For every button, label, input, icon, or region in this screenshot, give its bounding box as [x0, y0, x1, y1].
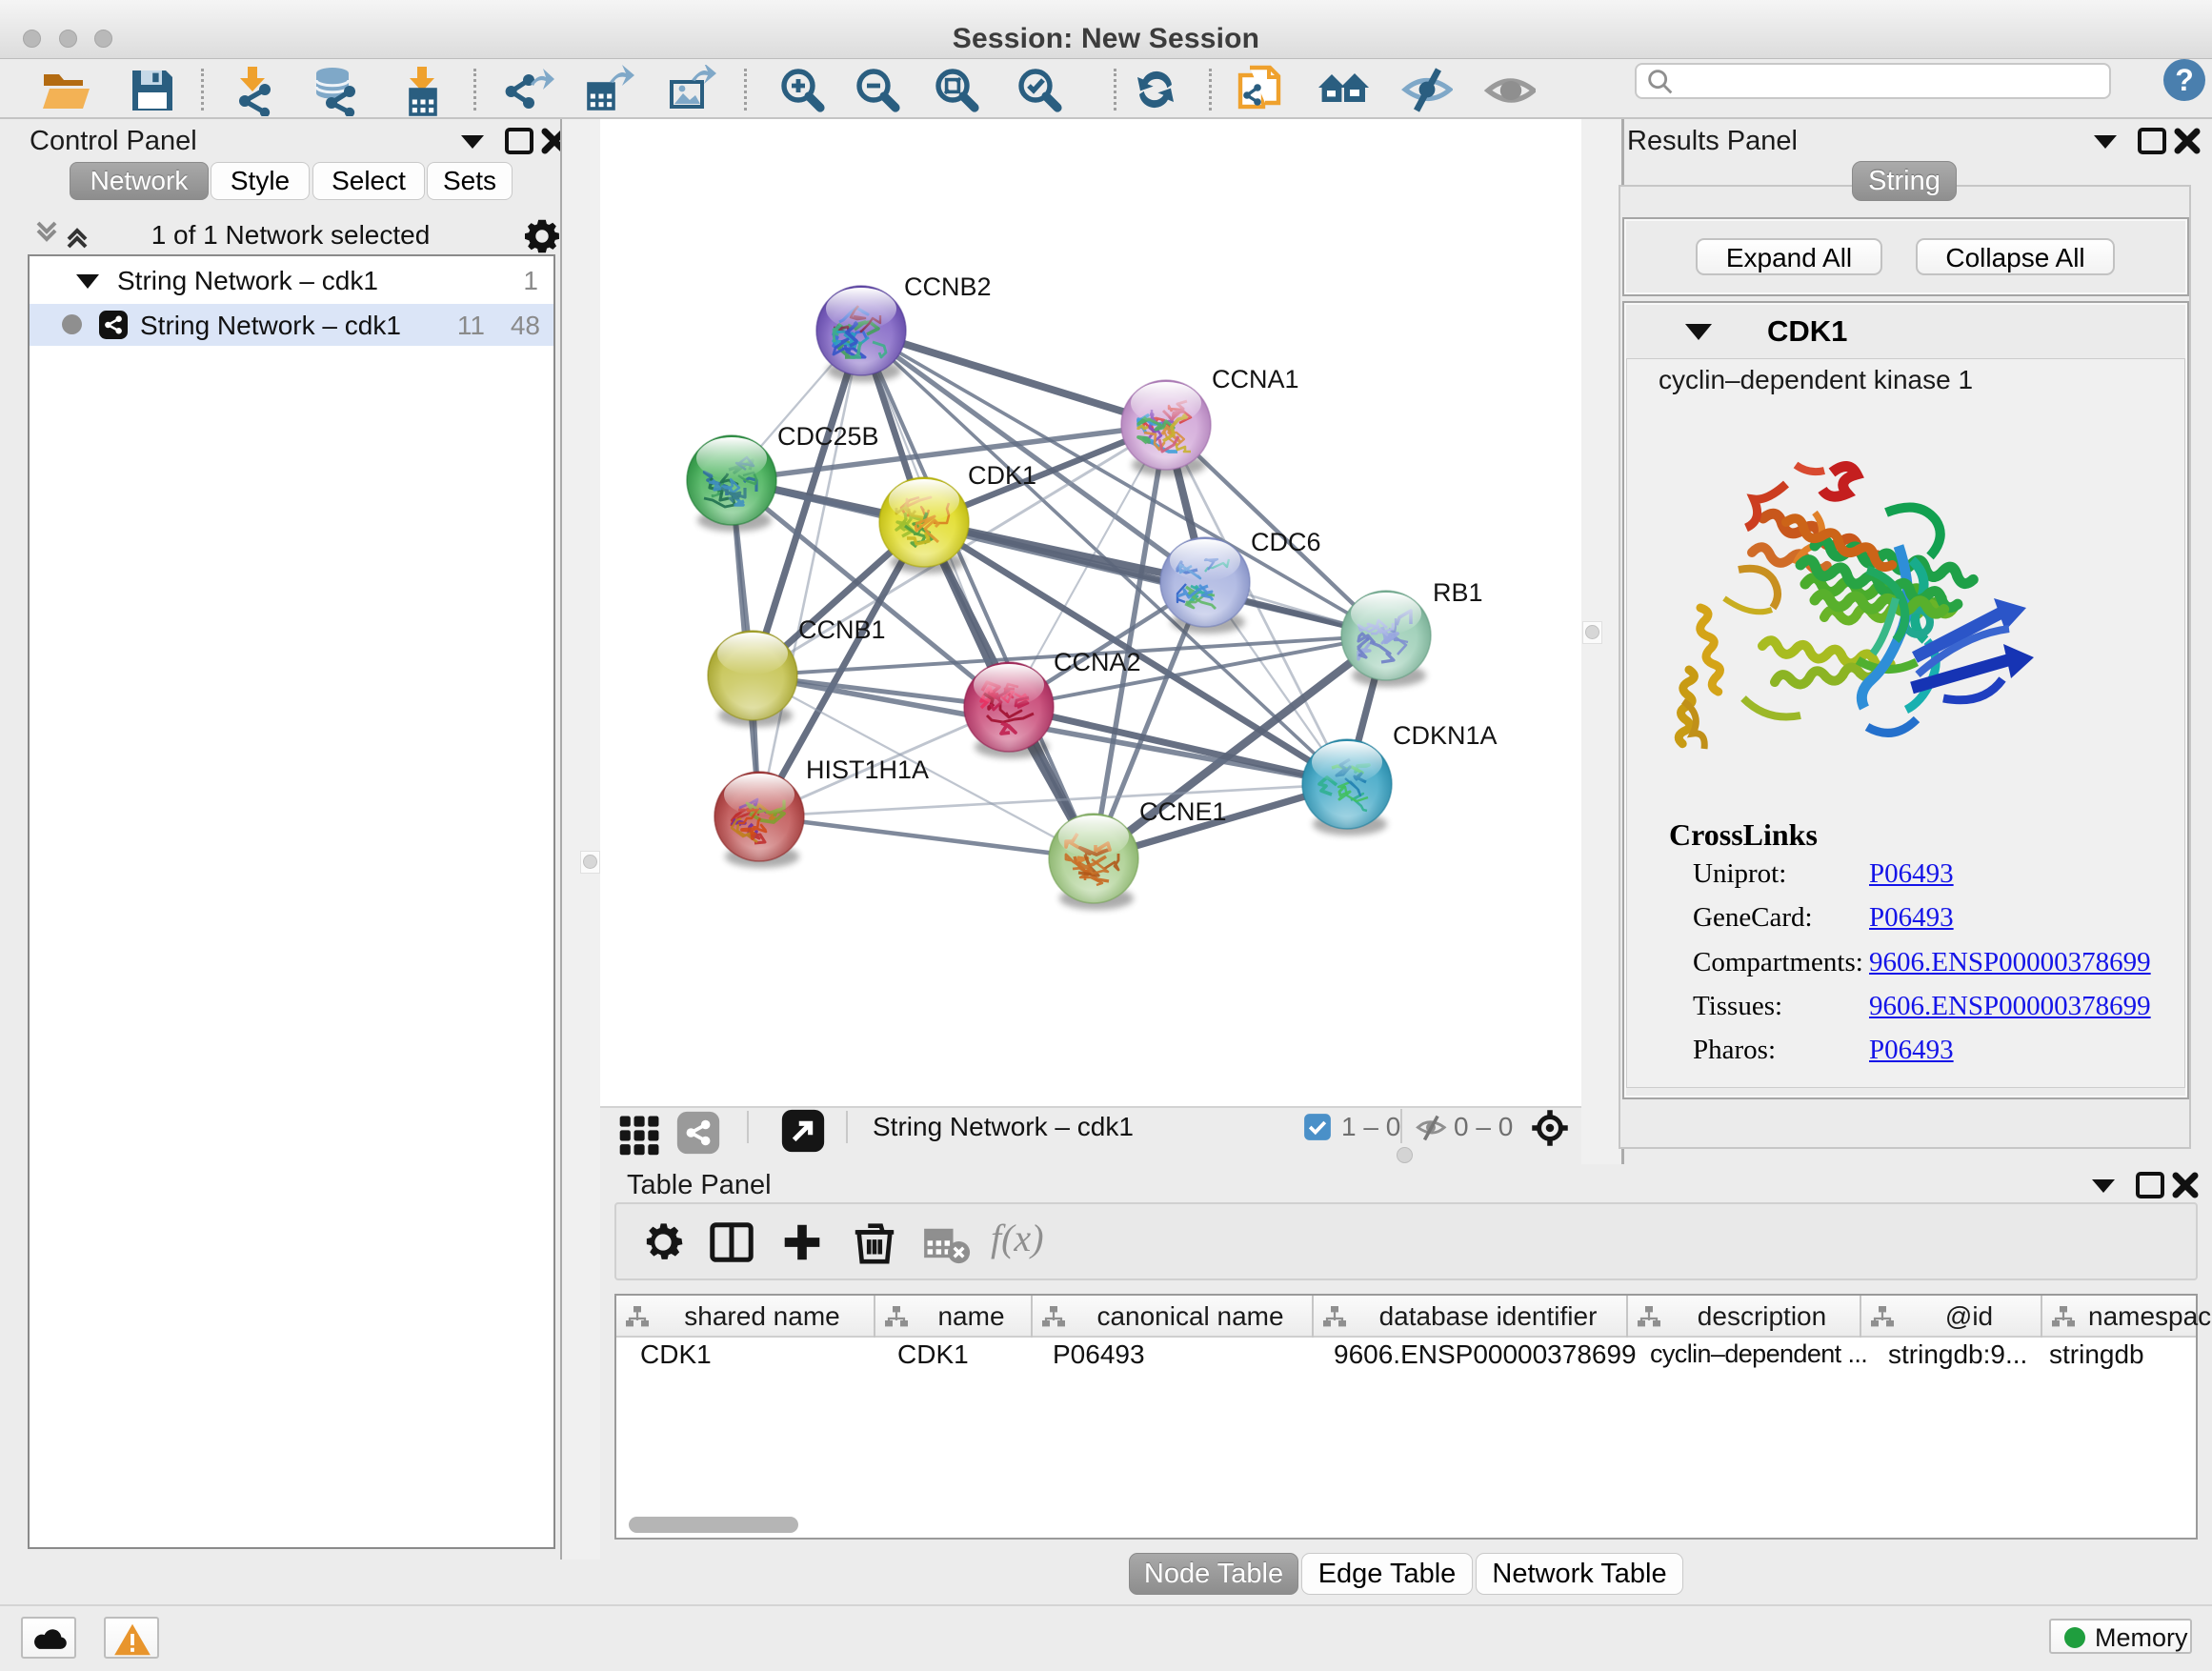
svg-text:HIST1H1A: HIST1H1A: [806, 755, 929, 784]
svg-text:CCNB1: CCNB1: [798, 615, 886, 644]
svg-text:CCNA1: CCNA1: [1212, 365, 1299, 393]
svg-text:CDC25B: CDC25B: [777, 422, 879, 451]
svg-text:CDC6: CDC6: [1251, 528, 1321, 556]
svg-text:CDKN1A: CDKN1A: [1393, 721, 1498, 750]
svg-text:CCNB2: CCNB2: [904, 272, 992, 301]
svg-text:CCNE1: CCNE1: [1139, 797, 1227, 826]
svg-text:RB1: RB1: [1433, 578, 1483, 607]
svg-text:CCNA2: CCNA2: [1054, 648, 1141, 676]
svg-text:CDK1: CDK1: [968, 461, 1036, 490]
